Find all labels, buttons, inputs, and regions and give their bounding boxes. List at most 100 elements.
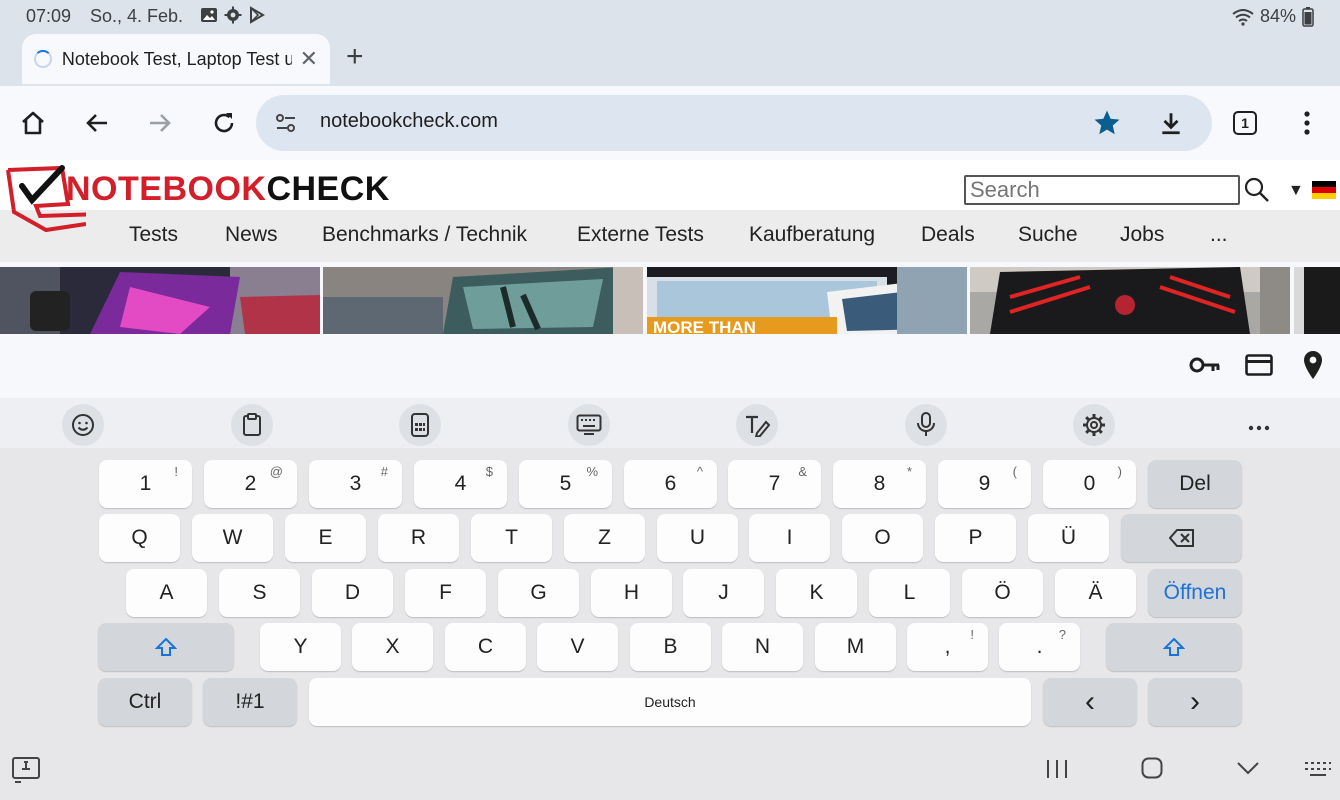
credit-card-icon[interactable] (1245, 354, 1273, 376)
tab-switcher-button[interactable]: 1 (1228, 106, 1262, 140)
handwriting-button[interactable] (736, 404, 778, 446)
shift-left-key[interactable] (98, 623, 234, 671)
key-o[interactable]: O (842, 514, 923, 562)
thumbnail-game-screen[interactable] (323, 267, 643, 334)
clipboard-button[interactable] (231, 404, 273, 446)
thumbnail-laptop-purple[interactable] (0, 267, 320, 334)
key-u[interactable]: U (657, 514, 738, 562)
key-l[interactable]: L (869, 569, 950, 617)
key-comma[interactable]: ,! (907, 623, 988, 671)
shift-right-key[interactable] (1106, 623, 1242, 671)
cursor-right-key[interactable]: › (1148, 678, 1242, 726)
key-5[interactable]: 5% (519, 460, 612, 508)
cursor-left-key[interactable]: ‹ (1043, 678, 1137, 726)
close-tab-icon[interactable]: ✕ (300, 46, 318, 72)
recent-apps-icon[interactable] (1044, 758, 1070, 780)
key-i[interactable]: I (749, 514, 830, 562)
nav-jobs[interactable]: Jobs (1120, 223, 1164, 247)
bookmark-star-icon[interactable] (1092, 108, 1122, 138)
key-3[interactable]: 3 # (309, 460, 402, 508)
key-t[interactable]: T (471, 514, 552, 562)
key-a[interactable]: A (126, 569, 207, 617)
url-text[interactable]: notebookcheck.com (320, 110, 498, 133)
key-7[interactable]: 7 & (728, 460, 821, 508)
thumbnail-msi-laptop[interactable] (970, 267, 1290, 334)
password-key-icon[interactable] (1189, 353, 1221, 377)
screen-pin-icon[interactable] (11, 756, 41, 784)
key-9[interactable]: 9( (938, 460, 1031, 508)
key-y[interactable]: Y (260, 623, 341, 671)
key-d[interactable]: D (312, 569, 393, 617)
keyboard-settings-button[interactable] (1073, 404, 1115, 446)
backspace-key[interactable] (1121, 514, 1242, 562)
nav-tests[interactable]: Tests (129, 223, 178, 247)
site-search-box[interactable] (964, 175, 1240, 205)
key-8[interactable]: 8 * (833, 460, 926, 508)
key-f[interactable]: F (405, 569, 486, 617)
language-dropdown-arrow-icon[interactable]: ▼ (1288, 182, 1304, 200)
new-tab-button[interactable]: + (346, 40, 364, 74)
nav-deals[interactable]: Deals (921, 223, 975, 247)
key-m[interactable]: M (815, 623, 896, 671)
voice-input-button[interactable] (905, 404, 947, 446)
site-logo-text[interactable]: NOTEBOOKCHECK (66, 170, 390, 209)
german-flag-icon[interactable] (1312, 181, 1336, 199)
key-6[interactable]: 6 ^ (624, 460, 717, 508)
key-w[interactable]: W (192, 514, 273, 562)
keyboard-switch-icon[interactable] (1304, 760, 1332, 778)
key-oe[interactable]: Ö (962, 569, 1043, 617)
emoji-button[interactable] (62, 404, 104, 446)
delete-key[interactable]: Del (1148, 460, 1242, 508)
one-handed-button[interactable] (399, 404, 441, 446)
site-search-input[interactable] (966, 177, 1238, 203)
hide-keyboard-chevron-down-icon[interactable] (1236, 760, 1260, 776)
key-q[interactable]: Q (99, 514, 180, 562)
symbols-key[interactable]: !#1 (203, 678, 297, 726)
key-1[interactable]: 1! (99, 460, 192, 508)
location-pin-icon[interactable] (1302, 350, 1324, 380)
key-p[interactable]: P (935, 514, 1016, 562)
home-nav-icon[interactable] (1140, 756, 1164, 780)
key-2[interactable]: 2 @ (204, 460, 297, 508)
ctrl-key[interactable]: Ctrl (98, 678, 192, 726)
enter-key[interactable]: Öffnen (1148, 569, 1242, 617)
download-icon[interactable] (1158, 110, 1184, 136)
thumbnail-partial[interactable] (1294, 267, 1340, 334)
address-bar[interactable]: notebookcheck.com (256, 95, 1212, 151)
nav-news[interactable]: News (225, 223, 278, 247)
key-s[interactable]: S (219, 569, 300, 617)
browser-tab[interactable]: Notebook Test, Laptop Test u ✕ (22, 34, 330, 84)
nav-suche[interactable]: Suche (1018, 223, 1078, 247)
more-options-icon[interactable] (1248, 418, 1270, 436)
nav-benchmarks[interactable]: Benchmarks / Technik (322, 223, 527, 247)
space-key[interactable]: Deutsch (309, 678, 1031, 726)
key-c[interactable]: C (445, 623, 526, 671)
key-period[interactable]: .? (999, 623, 1080, 671)
menu-button[interactable] (1290, 106, 1324, 140)
key-j[interactable]: J (683, 569, 764, 617)
home-button[interactable] (16, 106, 50, 140)
key-ae[interactable]: Ä (1055, 569, 1136, 617)
key-r[interactable]: R (378, 514, 459, 562)
reload-button[interactable] (207, 106, 241, 140)
site-settings-icon[interactable] (274, 111, 298, 135)
key-e[interactable]: E (285, 514, 366, 562)
nav-kaufberatung[interactable]: Kaufberatung (749, 223, 875, 247)
nav-more[interactable]: ... (1210, 223, 1228, 247)
key-g[interactable]: G (498, 569, 579, 617)
key-h[interactable]: H (591, 569, 672, 617)
nav-externe-tests[interactable]: Externe Tests (577, 223, 704, 247)
key-ue[interactable]: Ü (1028, 514, 1109, 562)
key-v[interactable]: V (537, 623, 618, 671)
key-b[interactable]: B (630, 623, 711, 671)
forward-button[interactable] (143, 106, 177, 140)
key-z[interactable]: Z (564, 514, 645, 562)
keyboard-mode-button[interactable] (568, 404, 610, 446)
key-n[interactable]: N (722, 623, 803, 671)
back-button[interactable] (80, 106, 114, 140)
search-icon[interactable] (1244, 177, 1270, 203)
key-x[interactable]: X (352, 623, 433, 671)
key-4[interactable]: 4 $ (414, 460, 507, 508)
key-0[interactable]: 0) (1043, 460, 1136, 508)
key-k[interactable]: K (776, 569, 857, 617)
